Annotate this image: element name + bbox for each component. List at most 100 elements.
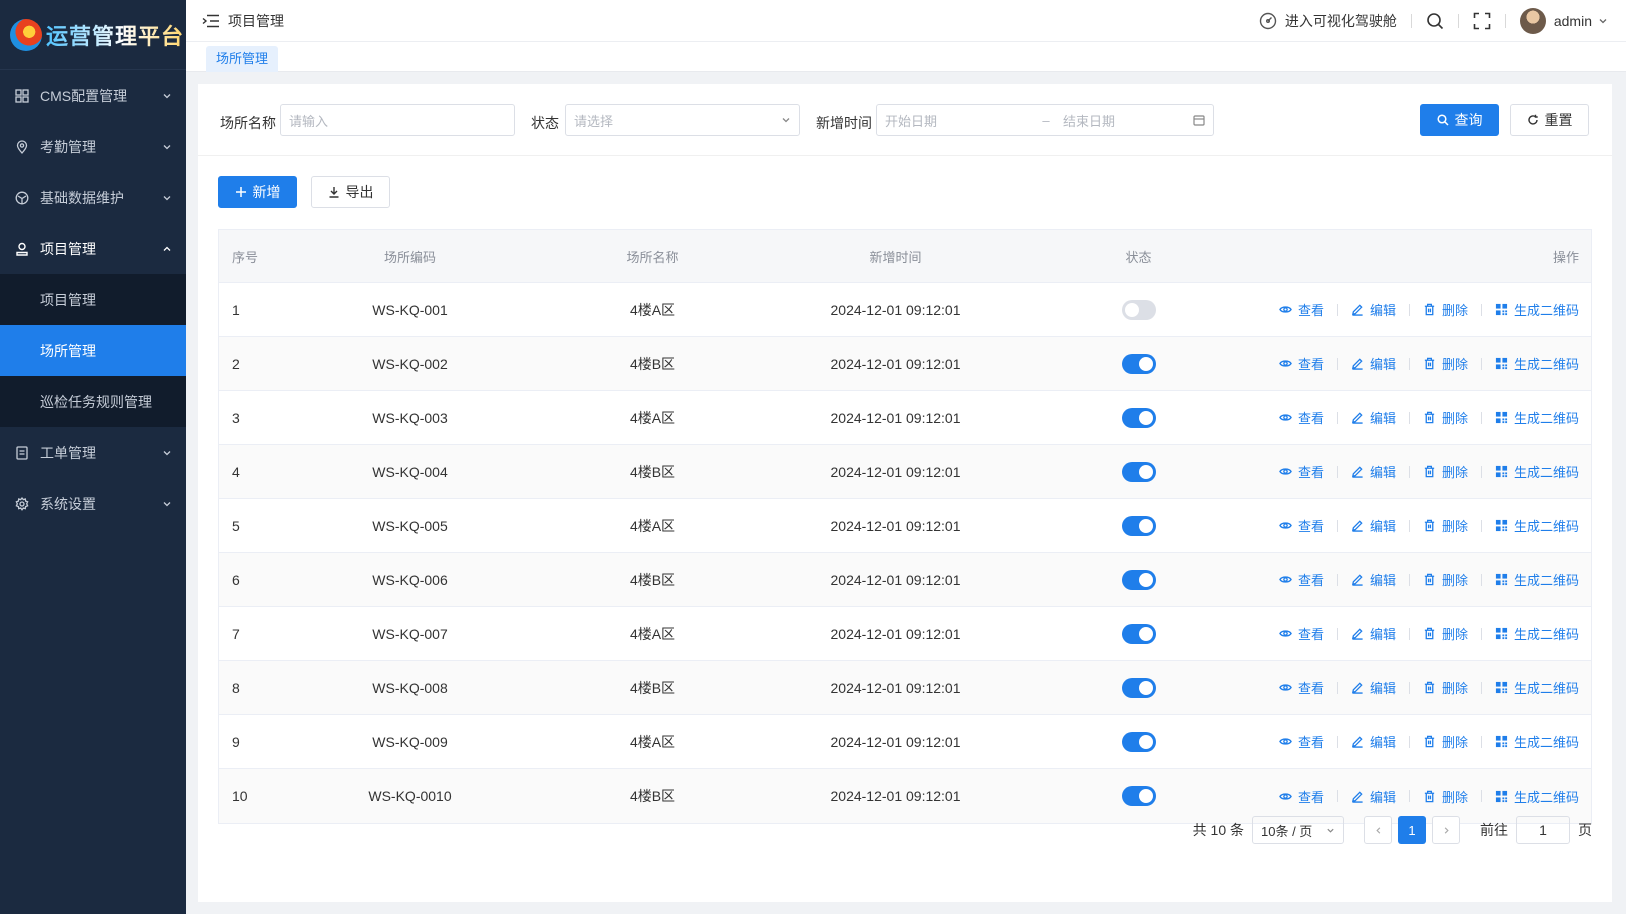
status-toggle[interactable] [1121,299,1156,320]
status-toggle[interactable] [1121,623,1156,644]
venue-name-input[interactable]: 请输入 [280,104,515,136]
next-page-button[interactable] [1432,816,1460,844]
reset-button[interactable]: 重置 [1510,104,1589,136]
cell-time: 2024-12-01 09:12:01 [830,463,961,480]
action-divider [1408,790,1410,802]
qrcode-action[interactable]: 生成二维码 [1495,462,1579,481]
qrcode-action[interactable]: 生成二维码 [1495,516,1579,535]
edit-icon [1351,790,1364,803]
delete-action[interactable]: 删除 [1423,516,1468,535]
status-toggle[interactable] [1121,786,1156,806]
status-toggle[interactable] [1121,731,1156,752]
sidebar-subitem-venue[interactable]: 场所管理 [0,325,186,376]
edit-action-label: 编辑 [1369,411,1396,426]
view-action[interactable]: 查看 [1279,732,1324,751]
view-action[interactable]: 查看 [1279,787,1324,806]
view-action[interactable]: 查看 [1279,678,1324,697]
sidebar-subitem-inspection-rules[interactable]: 巡检任务规则管理 [0,376,186,427]
delete-action[interactable]: 删除 [1423,300,1468,319]
chevron-down-icon [782,118,790,123]
date-range-picker[interactable]: 开始日期 – 结束日期 [876,104,1214,136]
edit-action[interactable]: 编辑 [1351,732,1396,751]
delete-action[interactable]: 删除 [1423,462,1468,481]
cell-time: 2024-12-01 09:12:01 [830,301,961,318]
sidebar-item-workorder[interactable]: 工单管理 [0,427,186,478]
view-action[interactable]: 查看 [1279,624,1324,643]
view-action-label: 查看 [1297,627,1324,642]
status-toggle[interactable] [1121,569,1156,590]
edit-action[interactable]: 编辑 [1351,354,1396,373]
page-size-select[interactable]: 10条 / 页 [1252,816,1344,844]
eye-icon [1279,465,1292,478]
qrcode-action[interactable]: 生成二维码 [1495,570,1579,589]
edit-action[interactable]: 编辑 [1351,300,1396,319]
edit-action[interactable]: 编辑 [1351,570,1396,589]
action-divider [1480,790,1482,802]
cell-index: 7 [232,625,240,642]
prev-page-button[interactable] [1364,816,1392,844]
edit-action[interactable]: 编辑 [1351,787,1396,806]
sidebar-item-attendance[interactable]: 考勤管理 [0,121,186,172]
edit-action[interactable]: 编辑 [1351,624,1396,643]
edit-icon [1351,735,1364,748]
page-number-current[interactable]: 1 [1398,816,1426,844]
divider [1504,13,1506,28]
view-action[interactable]: 查看 [1279,300,1324,319]
qrcode-action[interactable]: 生成二维码 [1495,732,1579,751]
query-button[interactable]: 查询 [1420,104,1499,136]
status-toggle[interactable] [1121,515,1156,536]
app-logo[interactable]: 运营管理平台 [0,0,186,70]
sidebar-subitem-project[interactable]: 项目管理 [0,274,186,325]
status-toggle[interactable] [1121,461,1156,482]
status-select[interactable]: 请选择 [565,104,800,136]
status-toggle[interactable] [1121,677,1156,698]
edit-action[interactable]: 编辑 [1351,408,1396,427]
view-action[interactable]: 查看 [1279,354,1324,373]
view-action[interactable]: 查看 [1279,408,1324,427]
tab-venue[interactable]: 场所管理 [206,46,279,72]
edit-action[interactable]: 编辑 [1351,678,1396,697]
status-toggle[interactable] [1121,353,1156,374]
delete-action[interactable]: 删除 [1423,678,1468,697]
qrcode-action[interactable]: 生成二维码 [1495,408,1579,427]
status-toggle[interactable] [1121,407,1156,428]
edit-action[interactable]: 编辑 [1351,516,1396,535]
qrcode-action[interactable]: 生成二维码 [1495,787,1579,806]
qrcode-action[interactable]: 生成二维码 [1495,624,1579,643]
qrcode-action[interactable]: 生成二维码 [1495,354,1579,373]
delete-action[interactable]: 删除 [1423,787,1468,806]
menu-fold-icon[interactable] [202,14,220,28]
cell-index: 2 [232,355,240,372]
delete-action[interactable]: 删除 [1423,408,1468,427]
cockpit-link[interactable]: 进入可视化驾驶舱 [1259,11,1397,31]
edit-action[interactable]: 编辑 [1351,462,1396,481]
delete-action[interactable]: 删除 [1423,624,1468,643]
eye-icon [1279,627,1292,640]
add-button[interactable]: 新增 [218,176,297,208]
cell-time: 2024-12-01 09:12:01 [830,679,961,696]
eye-icon [1279,411,1292,424]
qrcode-action[interactable]: 生成二维码 [1495,678,1579,697]
sidebar-item-base-data[interactable]: 基础数据维护 [0,172,186,223]
action-divider [1336,519,1338,532]
sidebar-item-cms[interactable]: CMS配置管理 [0,70,186,121]
qrcode-action[interactable]: 生成二维码 [1495,300,1579,319]
delete-action[interactable]: 删除 [1423,570,1468,589]
user-menu[interactable]: admin [1519,7,1608,34]
search-icon[interactable] [1426,12,1444,30]
page-unit-label: 页 [1578,822,1592,838]
toggle-knob [1138,464,1153,479]
view-action[interactable]: 查看 [1279,570,1324,589]
edit-action-label: 编辑 [1369,519,1396,534]
view-action[interactable]: 查看 [1279,516,1324,535]
delete-action-label: 删除 [1441,573,1468,588]
delete-action[interactable]: 删除 [1423,732,1468,751]
sidebar-item-project[interactable]: 项目管理 [0,223,186,274]
export-button[interactable]: 导出 [311,176,390,208]
delete-action[interactable]: 删除 [1423,354,1468,373]
goto-page-input[interactable]: 1 [1516,816,1570,844]
action-divider [1480,519,1482,532]
view-action[interactable]: 查看 [1279,462,1324,481]
sidebar-item-settings[interactable]: 系统设置 [0,478,186,529]
fullscreen-icon[interactable] [1473,12,1491,30]
